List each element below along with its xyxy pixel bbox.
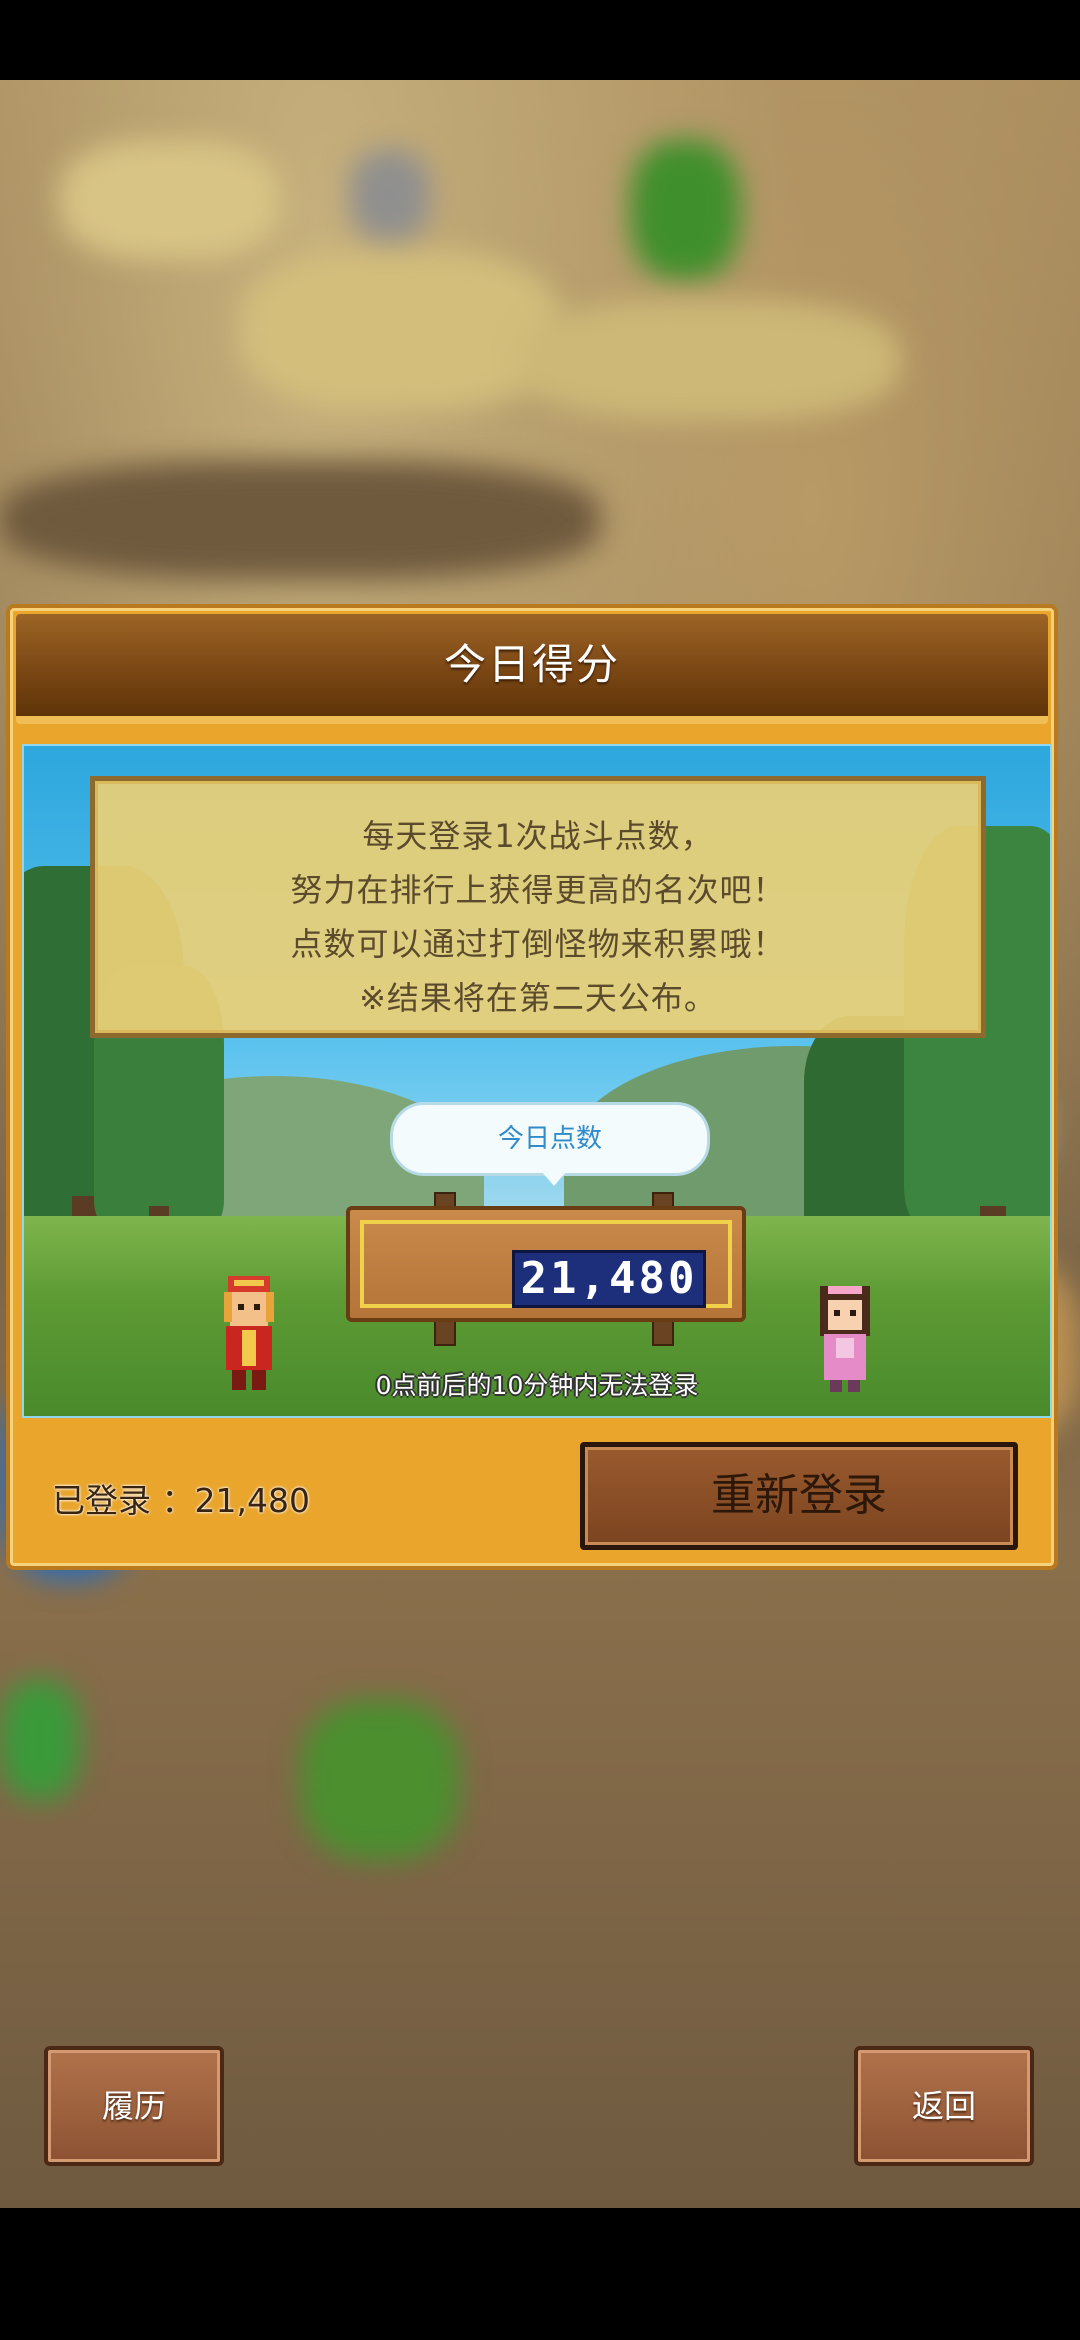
info-line: 每天登录1次战斗点数， (362, 817, 714, 855)
dialog-header: 今日得分 (16, 614, 1048, 724)
login-restriction-notice: 0点前后的10分钟内无法登录 (375, 1371, 699, 1400)
dialog-title: 今日得分 (443, 640, 620, 689)
info-line: 努力在排行上获得更高的名次吧！ (290, 871, 786, 909)
back-button-label: 返回 (911, 2087, 976, 2125)
speech-bubble-tail (542, 1172, 566, 1186)
info-board: 每天登录1次战斗点数， 努力在排行上获得更高的名次吧！ 点数可以通过打倒怪物来积… (90, 776, 986, 1038)
relogin-button-label: 重新登录 (711, 1470, 887, 1521)
today-points-speech-bubble: 今日点数 (390, 1102, 710, 1176)
score-sign: 21,480 (346, 1206, 746, 1322)
info-line: 点数可以通过打倒怪物来积累哦！ (290, 925, 786, 963)
back-button[interactable]: 返回 (854, 2046, 1034, 2166)
today-score-dialog: 今日得分 每天登录1次战斗点数， 努力在排行上获得更高的名次吧！ 点数可以通过打… (6, 604, 1058, 1570)
history-button[interactable]: 履历 (44, 2046, 224, 2166)
today-score-value: 21,480 (520, 1253, 698, 1304)
navigation-bar (0, 2208, 1080, 2340)
logged-score-label: 已登录 ：21,480 (52, 1481, 310, 1520)
status-bar (0, 0, 1080, 80)
relogin-button[interactable]: 重新登录 (580, 1442, 1018, 1550)
info-line: ※结果将在第二天公布。 (359, 979, 717, 1017)
score-display: 21,480 (512, 1250, 706, 1308)
history-button-label: 履历 (101, 2087, 166, 2125)
score-scene: 每天登录1次战斗点数， 努力在排行上获得更高的名次吧！ 点数可以通过打倒怪物来积… (22, 744, 1052, 1418)
